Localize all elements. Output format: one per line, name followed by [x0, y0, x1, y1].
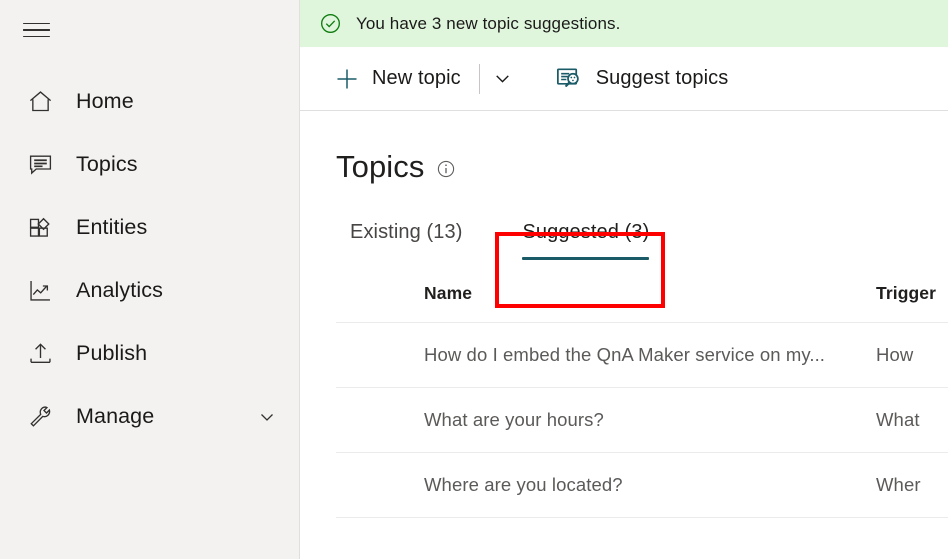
- tab-label: Existing (13): [350, 221, 463, 243]
- sidebar-item-topics[interactable]: Topics: [0, 133, 299, 196]
- command-bar: New topic Suggest topics: [300, 47, 948, 111]
- sidebar-item-label: Topics: [76, 152, 138, 176]
- table-body: How do I embed the QnA Maker service on …: [336, 322, 948, 518]
- chevron-down-icon[interactable]: [257, 407, 277, 427]
- hamburger-line: [22, 29, 50, 31]
- new-topic-label: New topic: [372, 67, 461, 89]
- page-title: Topics: [336, 149, 425, 184]
- sidebar-item-manage[interactable]: Manage: [0, 385, 299, 448]
- success-check-circle-icon: [318, 12, 342, 36]
- cell-name: What are your hours?: [336, 387, 876, 453]
- cell-name: Where are you located?: [336, 452, 876, 518]
- suggest-topics-label: Suggest topics: [595, 67, 729, 89]
- cell-trigger: Wher: [876, 452, 948, 518]
- cell-trigger: What: [876, 387, 948, 453]
- sidebar-item-analytics[interactable]: Analytics: [0, 259, 299, 322]
- main-content: You have 3 new topic suggestions. New to…: [300, 0, 948, 559]
- sidebar-item-label: Manage: [76, 404, 155, 428]
- tab-underline: [522, 257, 650, 260]
- column-header-trigger[interactable]: Trigger: [876, 283, 948, 323]
- chat-bubble-icon: [24, 149, 56, 181]
- column-header-name[interactable]: Name: [336, 283, 876, 323]
- sidebar-item-entities[interactable]: Entities: [0, 196, 299, 259]
- cell-trigger: How: [876, 322, 948, 388]
- new-topic-button[interactable]: New topic: [326, 56, 469, 102]
- new-topic-dropdown-chevron-down-icon[interactable]: [484, 57, 522, 101]
- sidebar-item-label: Entities: [76, 215, 148, 239]
- table-row[interactable]: What are your hours? What: [336, 387, 948, 453]
- home-icon: [24, 86, 56, 118]
- suggest-topics-icon: [554, 64, 584, 94]
- info-circle-icon[interactable]: [436, 159, 456, 179]
- hamburger-menu-icon[interactable]: [12, 6, 60, 54]
- cell-name: How do I embed the QnA Maker service on …: [336, 322, 876, 388]
- table-row[interactable]: Where are you located? Wher: [336, 452, 948, 518]
- hamburger-line: [22, 22, 50, 25]
- sidebar-item-publish[interactable]: Publish: [0, 322, 299, 385]
- sidebar-item-home[interactable]: Home: [0, 70, 299, 133]
- command-bar-divider: [478, 63, 480, 94]
- hamburger-line: [22, 35, 50, 38]
- table-header: Name Trigger: [336, 283, 948, 323]
- sidebar-item-label: Publish: [76, 341, 148, 365]
- table-header-row: Name Trigger: [336, 283, 948, 323]
- notification-message: You have 3 new topic suggestions.: [356, 13, 621, 33]
- table-row[interactable]: How do I embed the QnA Maker service on …: [336, 322, 948, 388]
- app-root: Home Topics Entities Analytics Publish M…: [0, 0, 948, 559]
- wrench-icon: [24, 401, 56, 433]
- notification-banner: You have 3 new topic suggestions.: [300, 0, 948, 47]
- sidebar: Home Topics Entities Analytics Publish M…: [0, 0, 300, 559]
- sidebar-item-label: Analytics: [76, 278, 163, 302]
- line-chart-icon: [24, 275, 56, 307]
- page-body: Topics Existing (13) Suggested (3) Name …: [300, 111, 948, 518]
- tab-existing[interactable]: Existing (13): [336, 217, 476, 265]
- sidebar-nav-list: Home Topics Entities Analytics Publish M…: [0, 70, 299, 448]
- topics-table: Name Trigger How do I embed the QnA Make…: [336, 283, 948, 518]
- entities-grid-icon: [24, 212, 56, 244]
- page-title-row: Topics: [336, 111, 948, 185]
- tab-label: Suggested (3): [522, 221, 650, 243]
- tab-suggested[interactable]: Suggested (3): [508, 217, 663, 265]
- suggest-topics-button[interactable]: Suggest topics: [546, 56, 737, 102]
- tab-list: Existing (13) Suggested (3): [336, 217, 948, 267]
- plus-icon: [334, 66, 360, 92]
- upload-arrow-icon: [24, 338, 56, 370]
- sidebar-item-label: Home: [76, 89, 134, 113]
